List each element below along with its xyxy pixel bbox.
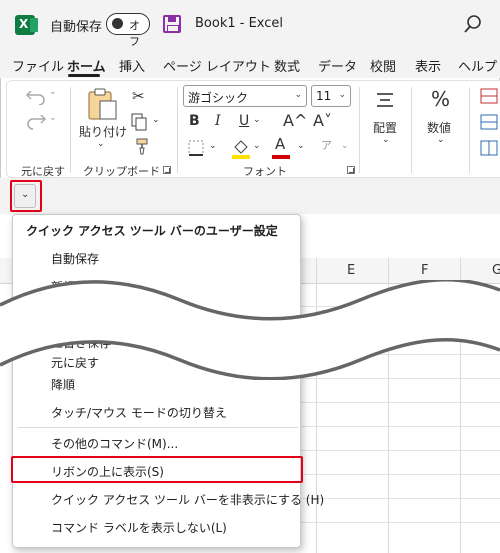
omission-wave xyxy=(0,280,500,380)
toggle-knob xyxy=(112,18,123,29)
chevron-down-icon: ⌄ xyxy=(294,90,302,100)
grid-line xyxy=(300,474,500,475)
quick-access-toolbar-row xyxy=(0,178,500,214)
menu-title: クイック アクセス ツール バーのユーザー設定 xyxy=(26,224,278,238)
styles-icon[interactable] xyxy=(479,87,500,159)
font-color-bar xyxy=(272,155,290,159)
number-label[interactable]: 数値 xyxy=(427,119,451,136)
underline-dropdown-icon[interactable]: ⌄ xyxy=(253,115,261,125)
tab-home[interactable]: ホーム xyxy=(67,56,106,75)
font-group-label: フォント xyxy=(243,165,287,178)
active-tab-underline xyxy=(68,74,100,77)
menu-item-hide-command-labels[interactable]: コマンド ラベルを表示しない(L) xyxy=(51,519,227,536)
copy-icon[interactable] xyxy=(131,113,147,131)
phonetic-dropdown-icon[interactable]: ⌄ xyxy=(341,141,349,151)
column-header[interactable]: G xyxy=(492,263,500,278)
chevron-down-icon: ⌄ xyxy=(338,90,346,100)
tab-help[interactable]: ヘルプ xyxy=(458,56,497,75)
grow-font-button[interactable]: A^ xyxy=(283,111,307,130)
percent-icon[interactable]: % xyxy=(431,87,450,111)
alignment-label[interactable]: 配置 xyxy=(373,119,397,136)
font-size-value: 11 xyxy=(316,89,332,103)
font-color-button[interactable]: A xyxy=(275,135,285,153)
save-icon[interactable] xyxy=(163,15,181,33)
alignment-dropdown-icon[interactable]: ⌄ xyxy=(382,135,390,145)
font-size-select[interactable]: 11 ⌄ xyxy=(311,85,351,107)
font-color-dropdown-icon[interactable]: ⌄ xyxy=(297,141,305,151)
ribbon-panel: ⌄ ⌄ 元に戻す 貼り付け ⌄ ✂ ⌄ クリップボード 游ゴシック ⌄ 11 ⌄… xyxy=(6,80,500,178)
undo-dropdown-icon[interactable]: ⌄ xyxy=(49,87,57,97)
bold-button[interactable]: B xyxy=(189,113,200,129)
group-separator xyxy=(411,87,412,173)
menu-item-hide-qat[interactable]: クイック アクセス ツール バーを非表示にする (H) xyxy=(51,491,324,508)
tab-formulas[interactable]: 数式 xyxy=(274,56,300,75)
grid-line xyxy=(300,522,500,523)
tab-page-layout[interactable]: ページ レイアウト xyxy=(163,56,271,75)
fill-color-icon[interactable] xyxy=(231,137,251,159)
menu-item-more-commands[interactable]: その他のコマンド(M)... xyxy=(51,435,178,452)
grid-line xyxy=(300,498,500,499)
fill-color-dropdown-icon[interactable]: ⌄ xyxy=(253,141,261,151)
menu-separator xyxy=(18,427,298,428)
undo-icon[interactable] xyxy=(25,87,47,105)
borders-dropdown-icon[interactable]: ⌄ xyxy=(209,141,217,151)
tab-review[interactable]: 校閲 xyxy=(370,56,396,75)
format-painter-icon[interactable] xyxy=(131,137,149,155)
font-launcher-icon[interactable] xyxy=(347,166,355,174)
tab-view[interactable]: 表示 xyxy=(415,56,441,75)
grid-line xyxy=(300,426,500,427)
phonetic-icon[interactable]: ア xyxy=(321,137,332,153)
ribbon-tabs: ファイル ホーム 挿入 ページ レイアウト 数式 データ 校閲 表示 ヘルプ xyxy=(0,50,500,78)
redo-icon[interactable] xyxy=(25,113,47,131)
autosave-toggle[interactable]: オフ xyxy=(106,13,150,48)
paste-dropdown-icon[interactable]: ⌄ xyxy=(97,139,105,149)
tab-file[interactable]: ファイル xyxy=(12,56,64,75)
redo-dropdown-icon[interactable]: ⌄ xyxy=(49,113,57,123)
column-header[interactable]: F xyxy=(421,263,428,278)
tab-data[interactable]: データ xyxy=(318,56,357,75)
excel-logo-icon: X xyxy=(15,15,38,35)
autosave-label: 自動保存 xyxy=(50,20,103,35)
tab-insert[interactable]: 挿入 xyxy=(119,56,145,75)
italic-button[interactable]: I xyxy=(215,113,221,129)
show-above-ribbon-highlight xyxy=(11,456,303,483)
paste-label[interactable]: 貼り付け xyxy=(79,123,127,140)
group-separator xyxy=(359,87,360,173)
borders-icon[interactable] xyxy=(187,139,205,157)
shrink-font-button[interactable]: A˅ xyxy=(313,111,332,130)
column-header[interactable]: E xyxy=(347,263,355,278)
toggle-state-label: オフ xyxy=(129,19,140,48)
font-name-select[interactable]: 游ゴシック ⌄ xyxy=(183,85,307,107)
menu-item-touch-mode[interactable]: タッチ/マウス モードの切り替え xyxy=(51,404,227,421)
copy-dropdown-icon[interactable]: ⌄ xyxy=(152,115,160,125)
clipboard-group-label: クリップボード xyxy=(83,165,160,178)
group-separator xyxy=(70,87,71,173)
group-separator xyxy=(469,87,470,173)
document-title: Book1 - Excel xyxy=(195,16,284,31)
grid-line xyxy=(300,450,500,451)
search-icon[interactable] xyxy=(463,14,483,34)
underline-button[interactable]: U xyxy=(239,113,249,129)
title-bar: X 自動保存 オフ Book1 - Excel xyxy=(0,0,500,50)
grid-line xyxy=(300,402,500,403)
group-separator xyxy=(177,87,178,173)
font-name-value: 游ゴシック xyxy=(188,91,249,105)
number-dropdown-icon[interactable]: ⌄ xyxy=(437,135,445,145)
clipboard-launcher-icon[interactable] xyxy=(163,166,171,174)
qat-button-highlight xyxy=(10,180,42,212)
paste-icon[interactable] xyxy=(87,87,119,121)
alignment-icon[interactable] xyxy=(375,91,395,109)
menu-item-autosave[interactable]: 自動保存 xyxy=(51,250,99,267)
undo-group-label: 元に戻す xyxy=(21,165,65,178)
cut-icon[interactable]: ✂ xyxy=(132,87,145,105)
